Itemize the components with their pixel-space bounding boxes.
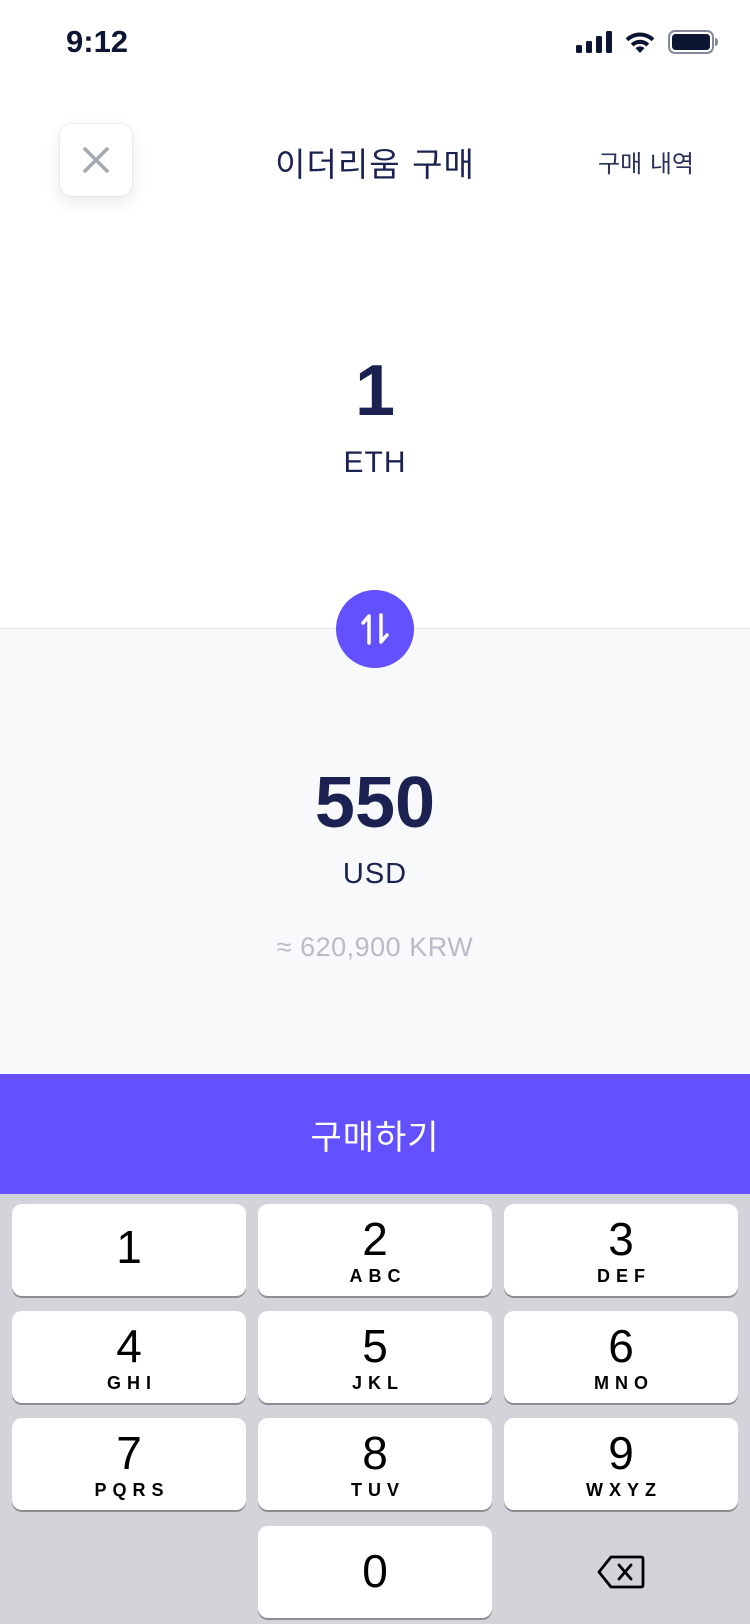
- backspace-icon: [597, 1555, 645, 1589]
- converted-amount: ≈ 620,900 KRW: [276, 932, 474, 962]
- key-7[interactable]: 7 PQRS: [12, 1418, 246, 1510]
- status-bar: 9:12: [0, 0, 750, 90]
- key-digit: 4: [116, 1320, 142, 1372]
- fiat-amount[interactable]: 550: [0, 762, 750, 844]
- key-letters: PQRS: [94, 1480, 170, 1500]
- status-time: 9:12: [66, 24, 129, 59]
- key-digit: 6: [608, 1320, 634, 1372]
- status-icons: [576, 30, 718, 54]
- key-letters: ABC: [349, 1266, 407, 1286]
- key-5[interactable]: 5 JKL: [258, 1311, 492, 1403]
- buy-button[interactable]: 구매하기: [0, 1074, 750, 1194]
- key-digit: 8: [362, 1427, 388, 1479]
- crypto-unit: ETH: [343, 446, 407, 479]
- key-0[interactable]: 0: [258, 1526, 492, 1618]
- key-digit: 0: [362, 1545, 388, 1597]
- key-letters: JKL: [351, 1373, 404, 1393]
- key-9[interactable]: 9 WXYZ: [504, 1418, 738, 1510]
- wifi-icon: [625, 32, 655, 53]
- key-letters: TUV: [351, 1480, 405, 1500]
- purchase-history-link[interactable]: 구매 내역: [598, 144, 694, 179]
- key-3[interactable]: 3 DEF: [504, 1204, 738, 1296]
- key-8[interactable]: 8 TUV: [258, 1418, 492, 1510]
- key-letters: DEF: [597, 1266, 651, 1286]
- key-letters: GHI: [106, 1373, 157, 1393]
- key-2[interactable]: 2 ABC: [258, 1204, 492, 1296]
- key-digit: 7: [116, 1427, 142, 1479]
- swap-vertical-icon: [361, 613, 389, 645]
- key-digit: 9: [608, 1427, 634, 1479]
- fiat-panel: [0, 628, 750, 1075]
- key-4[interactable]: 4 GHI: [12, 1311, 246, 1403]
- crypto-amount[interactable]: 1: [0, 350, 750, 432]
- key-6[interactable]: 6 MNO: [504, 1311, 738, 1403]
- numeric-keypad: 1 2 ABC 3 DEF 4 GHI 5 JKL 6 MNO 7 PQRS 8…: [0, 1194, 750, 1624]
- battery-icon: [668, 30, 718, 54]
- key-letters: WXYZ: [586, 1480, 662, 1500]
- signal-icon: [576, 31, 612, 53]
- key-letters: MNO: [594, 1373, 654, 1393]
- swap-button[interactable]: [336, 590, 414, 668]
- key-1[interactable]: 1: [12, 1204, 246, 1296]
- key-digit: 1: [116, 1221, 142, 1273]
- key-digit: 3: [608, 1213, 634, 1265]
- key-digit: 5: [362, 1320, 388, 1372]
- backspace-key[interactable]: [504, 1526, 738, 1618]
- fiat-unit: USD: [342, 858, 408, 890]
- key-digit: 2: [362, 1213, 388, 1265]
